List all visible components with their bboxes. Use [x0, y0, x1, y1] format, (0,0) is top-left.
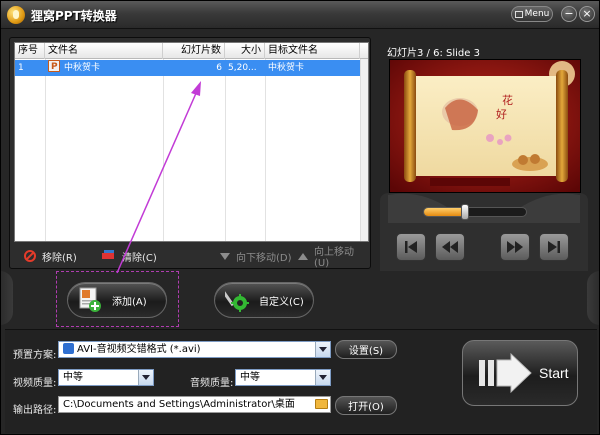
slide-counter: 幻灯片3 / 6: Slide 3: [387, 48, 480, 59]
last-slide-button[interactable]: [539, 233, 569, 261]
row-filename: 中秋贺卡: [64, 63, 101, 73]
skip-back-icon: [405, 241, 417, 253]
column-header-size[interactable]: 大小: [225, 43, 265, 59]
fast-forward-icon: [507, 241, 523, 253]
move-down-action[interactable]: 向下移动(D): [220, 249, 292, 264]
menu-button[interactable]: Menu: [511, 6, 553, 22]
output-path-label: 输出路径:: [13, 405, 57, 416]
chevron-down-icon[interactable]: [315, 370, 330, 385]
column-header-target[interactable]: 目标文件名: [265, 43, 360, 59]
video-quality-value: 中等: [63, 372, 83, 383]
add-button-label: 添加(A): [112, 296, 147, 308]
move-up-label: 向上移动(U): [314, 247, 354, 269]
video-quality-select[interactable]: 中等: [58, 369, 154, 386]
svg-text:好: 好: [496, 107, 507, 121]
row-index: 1: [18, 63, 24, 73]
close-button[interactable]: ×: [579, 6, 595, 22]
slide-preview: 花 好: [389, 59, 581, 193]
row-target: 中秋贺卡: [268, 63, 305, 73]
row-filename-cell: 中秋贺卡: [45, 60, 163, 76]
clear-action[interactable]: 清除(C): [102, 249, 157, 264]
right-frame-decoration: [587, 271, 599, 325]
customize-button-label: 自定义(C): [259, 296, 304, 308]
app-logo-icon: [7, 6, 25, 24]
preset-value: AVI-音视频交错格式 (*.avi): [77, 344, 201, 355]
add-file-icon: [79, 287, 101, 312]
output-path-input[interactable]: C:\Documents and Settings\Administrator\…: [58, 396, 331, 413]
remove-label: 移除(R): [42, 252, 77, 264]
clear-label: 清除(C): [122, 252, 157, 264]
menu-icon: [514, 10, 523, 18]
title-bar[interactable]: 狸窝PPT转换器 Menu − ×: [1, 1, 599, 29]
playback-slider-handle[interactable]: [460, 204, 469, 220]
move-down-label: 向下移动(D): [236, 252, 292, 264]
audio-quality-label: 音频质量:: [190, 378, 234, 389]
folder-icon[interactable]: [315, 399, 328, 409]
menu-button-label: Menu: [524, 9, 550, 19]
slide-preview-image: 花 好: [390, 60, 580, 192]
rewind-icon: [442, 241, 458, 253]
audio-quality-select[interactable]: 中等: [235, 369, 331, 386]
table-scrollbar[interactable]: [360, 59, 368, 241]
svg-text:花: 花: [502, 94, 513, 107]
previous-slide-button[interactable]: [435, 233, 465, 261]
file-list-panel: 序号 文件名 幻灯片数 大小 目标文件名 1 中秋贺卡 6 5,20... 中秋…: [9, 37, 371, 269]
first-slide-button[interactable]: [396, 233, 426, 261]
chevron-down-icon[interactable]: [138, 370, 153, 385]
skip-forward-icon: [548, 241, 560, 253]
start-arrow-icon: [479, 352, 532, 394]
next-slide-button[interactable]: [500, 233, 530, 261]
playback-progress: [424, 208, 465, 216]
row-size: 5,20...: [228, 63, 257, 73]
customize-button[interactable]: 自定义(C): [214, 282, 314, 318]
playback-slider[interactable]: [423, 204, 527, 220]
gear-icon: [225, 291, 249, 312]
column-header-index[interactable]: 序号: [15, 43, 45, 59]
clear-icon: [102, 250, 116, 261]
list-action-bar: 移除(R) 清除(C) 向下移动(D) 向上移动(U): [14, 246, 369, 269]
remove-icon: [24, 250, 36, 262]
avi-format-icon: [63, 343, 74, 354]
output-path-value: C:\Documents and Settings\Administrator\…: [63, 399, 295, 410]
remove-action[interactable]: 移除(R): [24, 249, 77, 264]
chevron-down-icon[interactable]: [315, 342, 330, 357]
start-button[interactable]: Start: [462, 340, 578, 406]
column-header-filename[interactable]: 文件名: [45, 43, 163, 59]
move-down-icon: [220, 252, 230, 260]
file-table[interactable]: 序号 文件名 幻灯片数 大小 目标文件名 1 中秋贺卡 6 5,20... 中秋…: [14, 42, 369, 242]
move-up-icon: [298, 252, 308, 260]
column-header-slides[interactable]: 幻灯片数: [163, 43, 225, 59]
start-button-label: Start: [539, 365, 569, 381]
audio-quality-value: 中等: [240, 372, 260, 383]
table-row[interactable]: 1 中秋贺卡 6 5,20... 中秋贺卡: [15, 60, 368, 76]
add-button[interactable]: 添加(A): [67, 282, 167, 318]
ppt-file-icon: [48, 60, 60, 75]
window-title: 狸窝PPT转换器: [31, 9, 117, 23]
preset-select[interactable]: AVI-音视频交错格式 (*.avi): [58, 341, 331, 358]
open-button[interactable]: 打开(O): [335, 396, 397, 415]
minimize-button[interactable]: −: [561, 6, 577, 22]
table-header: 序号 文件名 幻灯片数 大小 目标文件名: [15, 43, 368, 59]
left-frame-decoration: [1, 271, 13, 325]
preset-label: 预置方案:: [13, 350, 57, 361]
app-window: 狸窝PPT转换器 Menu − × 序号 文件名 幻灯片数 大小 目标文件名 1: [0, 0, 600, 435]
move-up-action[interactable]: 向上移动(U): [298, 247, 369, 269]
settings-button[interactable]: 设置(S): [335, 340, 397, 359]
row-slides: 6: [216, 63, 222, 73]
video-quality-label: 视频质量:: [13, 378, 57, 389]
